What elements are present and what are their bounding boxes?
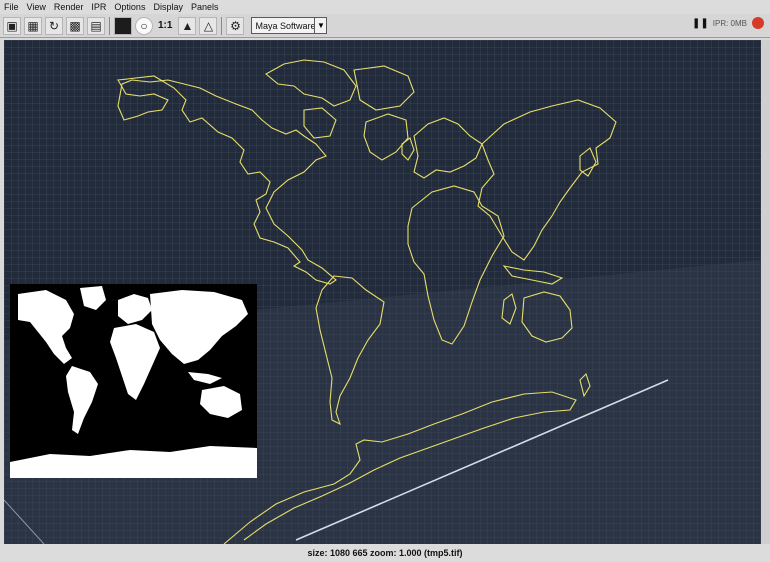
inset-indonesia [188, 372, 222, 384]
menu-file[interactable]: File [4, 0, 19, 14]
alpha-channel-icon[interactable]: ○ [135, 16, 153, 35]
ipr-memory-label: IPR: 0MB [712, 18, 747, 28]
window-edge [761, 40, 770, 544]
toolbar-separator [221, 16, 223, 35]
menu-bar: File View Render IPR Options Display Pan… [0, 0, 770, 14]
inset-greenland [80, 286, 106, 310]
real-size-button[interactable]: 1:1 [158, 20, 172, 31]
chevron-down-icon: ▼ [314, 18, 326, 33]
toolbar-separator [109, 16, 110, 35]
inset-australia [200, 386, 242, 418]
ipr-render-icon[interactable]: ▦ [24, 16, 42, 35]
renderer-dropdown[interactable]: Maya Software ▼ [251, 17, 328, 34]
inset-antarctica [10, 446, 257, 478]
renderer-value: Maya Software [255, 20, 315, 31]
north-america-outline [117, 75, 337, 285]
render-settings-icon[interactable]: ⚙ [226, 16, 245, 35]
arctic-islands-outline [303, 107, 337, 139]
snapshot-icon[interactable]: ▩ [66, 16, 84, 35]
render-info-label: size: 1080 665 zoom: 1.000 (tmp5.tif) [307, 548, 463, 558]
status-bar: size: 1080 665 zoom: 1.000 (tmp5.tif) [0, 544, 770, 562]
ipr-status-area: ❚❚ IPR: 0MB [692, 17, 764, 29]
refresh-icon[interactable]: ↻ [45, 16, 63, 35]
render-frame-icon[interactable]: ▣ [3, 16, 21, 35]
arctic-islands-outline [353, 65, 415, 111]
stop-render-icon[interactable] [752, 17, 764, 29]
keep-image-icon[interactable]: ▲ [178, 16, 197, 35]
japan-outline [579, 147, 597, 177]
inset-europe [118, 294, 152, 324]
inset-north-america [18, 290, 74, 364]
menu-display[interactable]: Display [153, 0, 183, 14]
inset-south-america [66, 366, 98, 434]
keep-image-icon[interactable]: ▤ [87, 16, 105, 35]
inset-asia [150, 290, 248, 364]
menu-panels[interactable]: Panels [191, 0, 219, 14]
rgb-channel-icon[interactable]: ■ [114, 16, 132, 35]
menu-ipr[interactable]: IPR [91, 0, 106, 14]
pause-icon[interactable]: ❚❚ [692, 18, 709, 29]
render-viewport[interactable] [4, 40, 761, 544]
asia-outline [477, 99, 617, 261]
render-toolbar: ▣ ▦ ↻ ▩ ▤ ■ ○ 1:1 ▲ △ ⚙ Maya Software ▼ … [0, 14, 770, 38]
render-view-window: File View Render IPR Options Display Pan… [0, 0, 770, 562]
inset-africa [110, 324, 160, 400]
world-texture-image [10, 286, 257, 478]
menu-options[interactable]: Options [114, 0, 145, 14]
menu-render[interactable]: Render [54, 0, 84, 14]
greenland-outline [363, 113, 409, 161]
arctic-islands-outline [265, 59, 357, 107]
europe-outline [413, 117, 483, 179]
texture-map-inset [10, 284, 257, 478]
remove-image-icon[interactable]: △ [199, 16, 218, 35]
menu-view[interactable]: View [27, 0, 46, 14]
uk-outline [401, 137, 415, 161]
